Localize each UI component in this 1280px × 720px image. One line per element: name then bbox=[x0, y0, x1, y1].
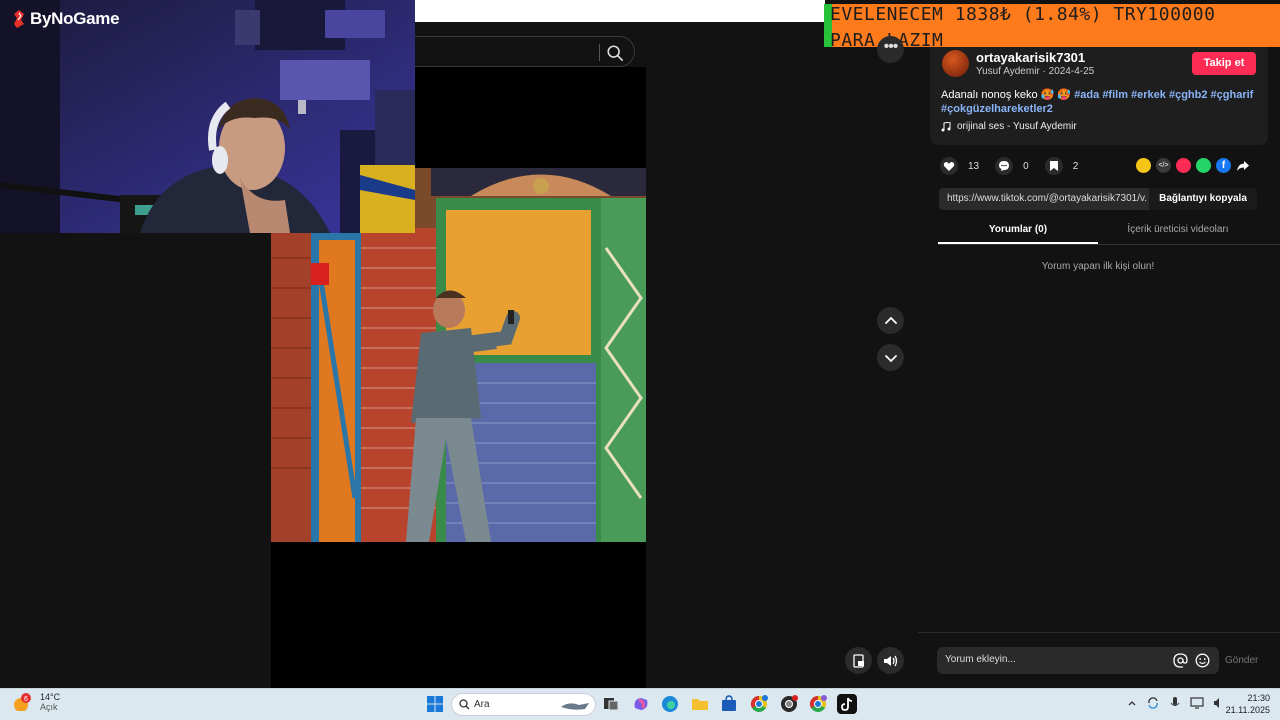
save-count: 2 bbox=[1072, 160, 1079, 172]
taskbar-clock[interactable]: 21:30 21.11.2025 bbox=[1224, 692, 1270, 716]
empty-comments-message: Yorum yapan ilk kişi olun! bbox=[1041, 261, 1155, 272]
windows-start-icon[interactable] bbox=[425, 694, 445, 714]
heart-icon bbox=[943, 161, 955, 171]
picture-in-picture-button[interactable] bbox=[845, 647, 872, 674]
active-tab-indicator bbox=[938, 242, 1098, 244]
browser-top-strip bbox=[415, 0, 825, 22]
volume-button[interactable] bbox=[877, 647, 904, 674]
copilot-icon[interactable] bbox=[631, 694, 651, 714]
chrome-icon-3[interactable] bbox=[808, 694, 828, 714]
follow-button[interactable]: Takip et bbox=[1192, 52, 1256, 75]
bookmark-icon bbox=[1049, 161, 1058, 171]
task-view-icon[interactable] bbox=[601, 694, 621, 714]
comment-icon bbox=[999, 161, 1010, 171]
next-video-button[interactable] bbox=[877, 344, 904, 371]
share-buttons: </> f bbox=[1136, 158, 1251, 173]
taskbar-search[interactable]: Ara bbox=[451, 693, 596, 716]
weather-condition: Açık bbox=[40, 702, 58, 712]
mention-icon[interactable] bbox=[1173, 653, 1188, 668]
bynogame-logo-text: ByNoGame bbox=[30, 9, 120, 28]
search-divider bbox=[599, 44, 600, 61]
taskbar-search-icon bbox=[459, 699, 470, 710]
tray-expand-icon[interactable] bbox=[1127, 698, 1137, 708]
send-comment-button[interactable]: Gönder bbox=[1225, 655, 1258, 666]
network-icon[interactable] bbox=[1190, 697, 1204, 709]
webcam-overlay bbox=[0, 0, 415, 233]
comment-placeholder: Yorum ekleyin... bbox=[945, 654, 1016, 665]
streamer-webcam-image bbox=[0, 0, 415, 233]
author-date: Yusuf Aydemir · 2024-4-25 bbox=[976, 66, 1095, 77]
sync-icon[interactable] bbox=[1146, 696, 1160, 710]
avatar[interactable] bbox=[942, 50, 969, 77]
tab-comments[interactable]: Yorumlar (0) bbox=[938, 224, 1098, 235]
taskbar-search-placeholder: Ara bbox=[474, 699, 490, 710]
chrome-icon[interactable] bbox=[749, 694, 769, 714]
like-button[interactable] bbox=[940, 157, 958, 175]
search-highlight-icon bbox=[561, 703, 589, 710]
whatsapp-icon[interactable] bbox=[1196, 158, 1211, 173]
previous-video-button[interactable] bbox=[877, 307, 904, 334]
bynogame-logo: ByNoGame bbox=[12, 9, 120, 29]
like-count: 13 bbox=[968, 160, 980, 172]
engagement-stats: 13 0 2 bbox=[940, 157, 1078, 175]
tab-creator-videos[interactable]: İçerik üreticisi videoları bbox=[1098, 224, 1258, 235]
video-link-box: https://www.tiktok.com/@ortayakarisik730… bbox=[939, 188, 1257, 210]
friends-share-icon[interactable] bbox=[1136, 158, 1151, 173]
search-bar[interactable] bbox=[400, 36, 635, 67]
save-button[interactable] bbox=[1044, 157, 1063, 175]
hashtags-line-2[interactable]: #çokgüzelhareketler2 bbox=[941, 103, 1053, 115]
embed-icon[interactable]: </> bbox=[1156, 158, 1171, 173]
file-explorer-icon[interactable] bbox=[690, 694, 710, 714]
copy-link-button[interactable]: Bağlantıyı kopyala bbox=[1149, 188, 1257, 210]
emoji-icon[interactable] bbox=[1195, 653, 1210, 668]
music-info[interactable]: orijinal ses - Yusuf Aydemir bbox=[941, 121, 1077, 132]
post-caption: Adanalı nonoş keko 🥵 🥵 #ada #film #erkek… bbox=[941, 88, 1261, 116]
hashtags-line-1[interactable]: #ada #film #erkek #çghb2 #çgharif bbox=[1074, 89, 1253, 101]
search-icon[interactable] bbox=[606, 44, 624, 62]
picture-in-picture-icon bbox=[852, 653, 864, 668]
weather-badge: 6 bbox=[24, 696, 28, 703]
volume-icon bbox=[883, 655, 897, 666]
username[interactable]: ortayakarisik7301 bbox=[976, 50, 1085, 65]
music-label: orijinal ses - Yusuf Aydemir bbox=[957, 121, 1077, 132]
comment-input[interactable]: Yorum ekleyin... bbox=[937, 647, 1219, 674]
chevron-up-icon bbox=[884, 316, 897, 324]
facebook-icon[interactable]: f bbox=[1216, 158, 1231, 173]
video-link-url[interactable]: https://www.tiktok.com/@ortayakarisik730… bbox=[947, 193, 1147, 204]
weather-widget[interactable]: 6 14°C Açık bbox=[12, 692, 60, 712]
comment-button[interactable] bbox=[995, 157, 1014, 175]
store-icon[interactable] bbox=[719, 694, 739, 714]
tiktok-icon[interactable] bbox=[837, 694, 857, 714]
temperature: 14°C bbox=[40, 692, 61, 702]
weather-icon: 6 bbox=[14, 693, 31, 711]
send-icon[interactable] bbox=[1176, 158, 1191, 173]
ticker-line-1: EVELENECEM 1838₺ (1.84%) TRY100000 bbox=[830, 4, 1216, 25]
chrome-icon-2[interactable] bbox=[779, 694, 799, 714]
system-tray bbox=[1127, 696, 1225, 710]
bynogame-logo-icon bbox=[14, 10, 24, 28]
clock-date: 21.11.2025 bbox=[1225, 705, 1270, 715]
comment-count: 0 bbox=[1023, 160, 1029, 172]
chevron-down-icon bbox=[884, 354, 897, 362]
comment-divider bbox=[918, 632, 1280, 633]
microphone-icon[interactable] bbox=[1169, 696, 1181, 710]
music-note-icon bbox=[941, 121, 951, 131]
more-options-button[interactable]: ••• bbox=[877, 36, 904, 63]
caption-text: Adanalı nonoş keko 🥵 🥵 bbox=[941, 89, 1075, 101]
clock-time: 21:30 bbox=[1247, 693, 1270, 703]
edge-icon[interactable] bbox=[660, 694, 680, 714]
share-arrow-icon[interactable] bbox=[1236, 158, 1251, 173]
